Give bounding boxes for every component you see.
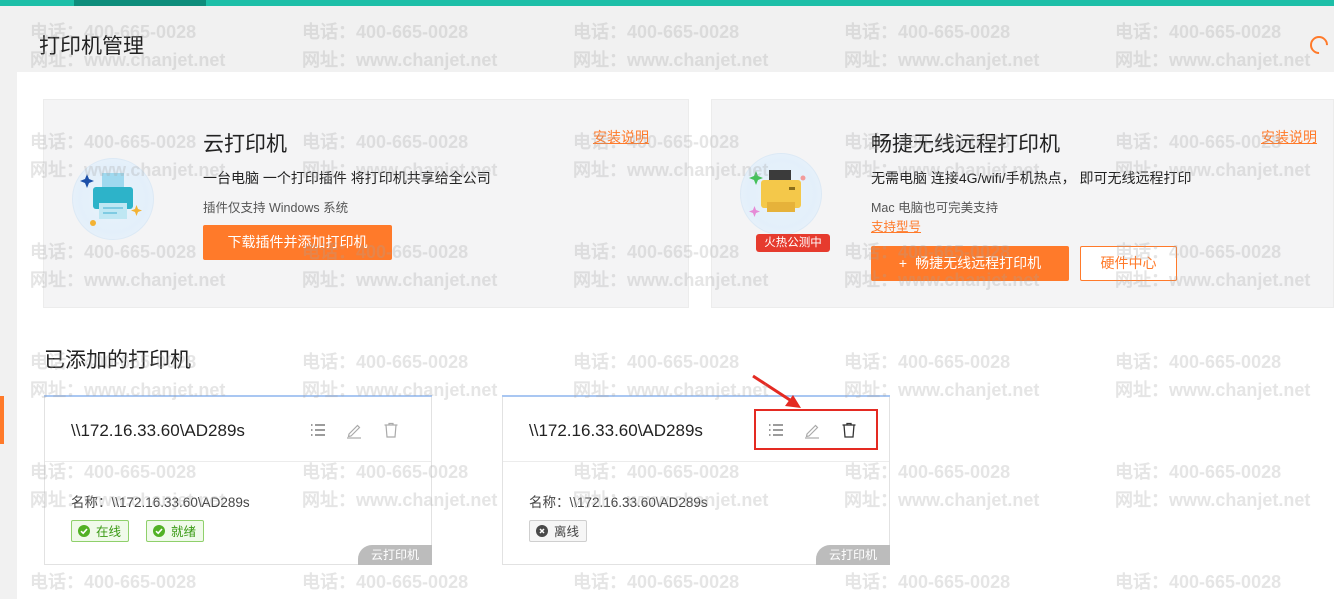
cloud-install-link[interactable]: 安装说明: [593, 127, 649, 147]
status-label: 离线: [554, 525, 580, 539]
supported-models-link[interactable]: 支持型号: [871, 216, 921, 235]
arrow-icon: [752, 374, 801, 408]
wireless-printer-note: Mac 电脑也可完美支持: [871, 201, 999, 215]
card-top-line: [44, 395, 432, 397]
download-plugin-button[interactable]: 下载插件并添加打印机: [203, 225, 392, 260]
status-badge-online: 在线: [71, 520, 130, 542]
printer-path: \\172.16.33.60\AD289s: [71, 421, 245, 440]
watermark: 电话：400-665-0028网址：www.chanjet.net: [573, 572, 740, 592]
wireless-printer-panel: 火热公测中 畅捷无线远程打印机 安装说明 无需电脑 连接4G/wifi/手机热点…: [711, 99, 1334, 308]
wireless-printer-title: 畅捷无线远程打印机: [871, 133, 1060, 156]
list-icon[interactable]: [309, 421, 327, 439]
promo-ribbon: 火热公测中: [756, 234, 830, 252]
watermark: 电话：400-665-0028网址：www.chanjet.net: [1115, 462, 1311, 510]
watermark: 电话：400-665-0028网址：www.chanjet.net: [844, 572, 1011, 592]
printer-name-row: 名称：\\172.16.33.60\AD289s: [71, 491, 250, 511]
printer-card: \\172.16.33.60\AD289s 名称：\\172.16.33.60\…: [44, 395, 432, 565]
page-header: [0, 6, 1334, 72]
left-gutter: [0, 72, 17, 599]
printer-path: \\172.16.33.60\AD289s: [529, 421, 703, 440]
cloud-printer-title: 云打印机: [203, 133, 287, 156]
hardware-center-button[interactable]: 硬件中心: [1080, 246, 1177, 281]
plus-icon: +: [898, 255, 908, 271]
cloud-printer-panel: 云打印机 安装说明 一台电脑 一个打印插件 将打印机共享给全公司 插件仅支持 W…: [43, 99, 689, 308]
wireless-install-link[interactable]: 安装说明: [1261, 127, 1317, 147]
printer-name-label: 名称：: [71, 495, 112, 510]
printer-name-label: 名称：: [529, 495, 570, 510]
watermark: 电话：400-665-0028网址：www.chanjet.net: [30, 572, 197, 592]
wireless-printer-icon: [740, 153, 822, 235]
cloud-printer-desc: 一台电脑 一个打印插件 将打印机共享给全公司: [203, 170, 491, 186]
card-divider: [45, 461, 431, 462]
added-printers-title: 已添加的打印机: [44, 349, 191, 372]
status-badge-offline: 离线: [529, 520, 588, 542]
cloud-printer-note: 插件仅支持 Windows 系统: [203, 201, 349, 215]
watermark: 电话：400-665-0028网址：www.chanjet.net: [302, 572, 469, 592]
status-badge-ready: 就绪: [146, 520, 205, 542]
printer-name-row: 名称：\\172.16.33.60\AD289s: [529, 491, 708, 511]
cloud-printer-badge: 云打印机: [358, 545, 432, 565]
cloud-printer-badge: 云打印机: [816, 545, 890, 565]
wireless-printer-desc: 无需电脑 连接4G/wifi/手机热点， 即可无线远程打印: [871, 170, 1192, 186]
add-wireless-printer-button[interactable]: + 畅捷无线远程打印机: [871, 246, 1069, 281]
printer-name-value: \\172.16.33.60\AD289s: [569, 495, 708, 510]
card-divider: [503, 461, 889, 462]
check-icon: [78, 525, 90, 537]
check-icon: [153, 525, 165, 537]
edit-icon[interactable]: [345, 421, 363, 439]
close-icon: [536, 525, 548, 537]
status-label: 就绪: [171, 525, 197, 539]
printer-icon: [72, 158, 154, 240]
annotation-highlight-box: [754, 409, 878, 450]
status-label: 在线: [96, 525, 122, 539]
watermark: 电话：400-665-0028网址：www.chanjet.net: [1115, 572, 1282, 592]
delete-icon[interactable]: [382, 421, 400, 439]
left-tab-marker[interactable]: [0, 396, 4, 444]
printer-name-value: \\172.16.33.60\AD289s: [111, 495, 250, 510]
page-title: 打印机管理: [39, 35, 144, 58]
card-top-line: [502, 395, 890, 397]
watermark: 电话：400-665-0028网址：www.chanjet.net: [1115, 352, 1311, 400]
add-wireless-printer-label: 畅捷无线远程打印机: [915, 255, 1042, 271]
